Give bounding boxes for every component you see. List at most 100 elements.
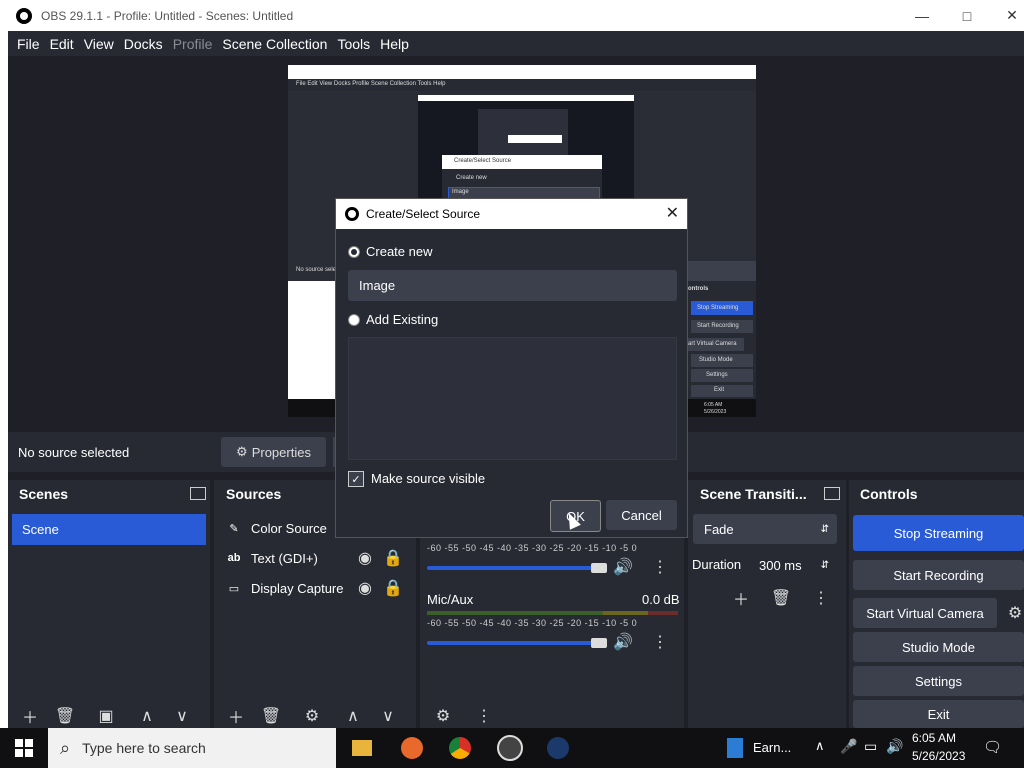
exit-button[interactable]: Exit xyxy=(853,700,1024,728)
stop-streaming-label: Stop Streaming xyxy=(893,525,984,541)
undock-icon[interactable] xyxy=(190,487,206,500)
network-icon[interactable]: ▭ xyxy=(864,738,877,755)
undock-icon[interactable] xyxy=(824,487,840,500)
remove-source-button[interactable]: 🗑 xyxy=(259,706,283,726)
menu-bar: File Edit View Docks Profile Scene Colle… xyxy=(8,31,1024,56)
menu-docks[interactable]: Docks xyxy=(124,36,163,52)
studio-mode-label: Studio Mode xyxy=(902,639,975,655)
stepper-icon[interactable]: ⇵ xyxy=(821,560,829,571)
transition-menu-button[interactable]: ⋮ xyxy=(809,588,833,608)
create-new-radio[interactable] xyxy=(348,246,360,258)
start-recording-button[interactable]: Start Recording xyxy=(853,560,1024,590)
search-placeholder: Type here to search xyxy=(82,740,206,756)
studio-mode-button[interactable]: Studio Mode xyxy=(853,632,1024,662)
source-properties-button[interactable]: ⚙ xyxy=(300,706,324,726)
mixer-menu-button[interactable]: ⋮ xyxy=(648,557,672,577)
preview-mini-button: Stop Streaming xyxy=(697,305,739,311)
remove-transition-button[interactable]: 🗑 xyxy=(769,588,793,608)
taskbar-app-label[interactable]: Earn... xyxy=(753,740,791,755)
lock-icon[interactable]: 🔒 xyxy=(381,548,405,568)
move-source-up-button[interactable]: ∧ xyxy=(341,706,365,726)
eye-icon[interactable]: ◉ xyxy=(353,548,377,568)
speaker-icon[interactable]: 🔊 xyxy=(611,632,635,652)
maximize-button[interactable]: □ xyxy=(945,0,989,31)
properties-label: Properties xyxy=(251,444,311,460)
start-virtual-camera-label: Start Virtual Camera xyxy=(866,605,984,621)
window-edge xyxy=(0,31,8,728)
firefox-icon[interactable] xyxy=(396,732,428,764)
remove-scene-button[interactable]: 🗑 xyxy=(53,706,77,726)
clock-time[interactable]: 6:05 AM xyxy=(912,731,956,745)
source-item[interactable]: ▭ Display Capture xyxy=(226,578,344,598)
source-name-value: Image xyxy=(359,278,396,293)
transitions-title: Scene Transiti... xyxy=(700,486,807,502)
dialog-close-button[interactable]: ✕ xyxy=(666,203,679,223)
steam-icon[interactable] xyxy=(542,732,574,764)
speaker-icon[interactable]: 🔊 xyxy=(611,557,635,577)
menu-profile[interactable]: Profile xyxy=(173,36,213,52)
stop-streaming-button[interactable]: Stop Streaming xyxy=(853,515,1024,551)
minimize-button[interactable]: — xyxy=(900,0,944,31)
settings-button[interactable]: Settings xyxy=(853,666,1024,696)
virtual-camera-settings-icon[interactable]: ⚙ xyxy=(1003,603,1024,623)
meter-scale: -60 -55 -50 -45 -40 -35 -30 -25 -20 -15 … xyxy=(427,618,638,628)
eye-icon[interactable]: ◉ xyxy=(353,578,377,598)
lock-icon[interactable]: 🔒 xyxy=(381,578,405,598)
volume-slider[interactable] xyxy=(427,566,605,570)
clock-date[interactable]: 5/26/2023 xyxy=(912,749,965,763)
close-button[interactable]: ✕ xyxy=(990,0,1024,31)
windows-start-icon[interactable] xyxy=(8,732,40,764)
source-item[interactable]: ab Text (GDI+) xyxy=(226,548,318,568)
preview-mini-dialog-title: Create/Select Source xyxy=(454,158,512,164)
move-scene-up-button[interactable]: ∧ xyxy=(135,706,159,726)
notifications-icon[interactable]: 🗨 xyxy=(983,738,1002,756)
chrome-icon[interactable] xyxy=(444,732,476,764)
source-name: Color Source xyxy=(251,520,327,536)
document-icon[interactable] xyxy=(719,732,751,764)
search-icon: ⌕ xyxy=(60,737,71,758)
file-explorer-icon[interactable] xyxy=(346,732,378,764)
cancel-button[interactable]: Cancel xyxy=(606,500,677,530)
taskbar-search[interactable]: ⌕ Type here to search xyxy=(48,728,336,768)
mixer-more-button[interactable]: ⋮ xyxy=(472,706,496,726)
menu-file[interactable]: File xyxy=(17,36,40,52)
volume-slider[interactable] xyxy=(427,641,605,645)
menu-help[interactable]: Help xyxy=(380,36,409,52)
preview-mini-button: Settings xyxy=(706,372,728,378)
transition-select[interactable]: Fade ⇵ xyxy=(693,514,837,544)
source-name-input[interactable]: Image xyxy=(348,270,677,301)
add-source-button[interactable]: ＋ xyxy=(224,706,248,727)
make-visible-label: Make source visible xyxy=(371,471,486,486)
mixer-menu-button[interactable]: ⋮ xyxy=(648,632,672,652)
move-scene-down-button[interactable]: ∨ xyxy=(170,706,194,726)
scene-list-item[interactable]: Scene xyxy=(12,514,206,545)
mixer-settings-button[interactable]: ⚙ xyxy=(431,706,455,726)
existing-sources-list[interactable] xyxy=(348,337,677,460)
microphone-icon[interactable]: 🎤 xyxy=(840,738,857,755)
add-existing-radio[interactable] xyxy=(348,314,360,326)
duration-input[interactable]: 300 ms ⇵ xyxy=(752,551,837,579)
chevron-up-icon[interactable]: ∧ xyxy=(815,738,825,754)
source-item[interactable]: ✎ Color Source xyxy=(226,518,327,538)
monitor-icon: ▭ xyxy=(228,582,240,595)
cancel-label: Cancel xyxy=(621,507,662,523)
menu-view[interactable]: View xyxy=(84,36,114,52)
make-visible-checkbox[interactable]: ✓ xyxy=(348,471,364,487)
menu-edit[interactable]: Edit xyxy=(50,36,74,52)
settings-label: Settings xyxy=(915,673,962,689)
obs-logo-icon xyxy=(16,7,32,24)
volume-icon[interactable]: 🔊 xyxy=(886,738,903,755)
volume-slider-handle[interactable] xyxy=(591,638,607,648)
obs-logo-icon xyxy=(345,207,359,221)
preview-mini-button: Studio Mode xyxy=(699,357,733,363)
volume-slider-handle[interactable] xyxy=(591,563,607,573)
start-virtual-camera-button[interactable]: Start Virtual Camera xyxy=(853,598,997,628)
menu-tools[interactable]: Tools xyxy=(337,36,370,52)
move-source-down-button[interactable]: ∨ xyxy=(376,706,400,726)
obs-taskbar-icon[interactable] xyxy=(494,732,526,764)
menu-scene-collection[interactable]: Scene Collection xyxy=(222,36,327,52)
add-scene-button[interactable]: ＋ xyxy=(18,706,42,727)
properties-button[interactable]: ⚙ Properties xyxy=(221,437,326,467)
scene-filters-button[interactable]: ▣ xyxy=(94,706,118,726)
add-transition-button[interactable]: ＋ xyxy=(729,588,753,609)
